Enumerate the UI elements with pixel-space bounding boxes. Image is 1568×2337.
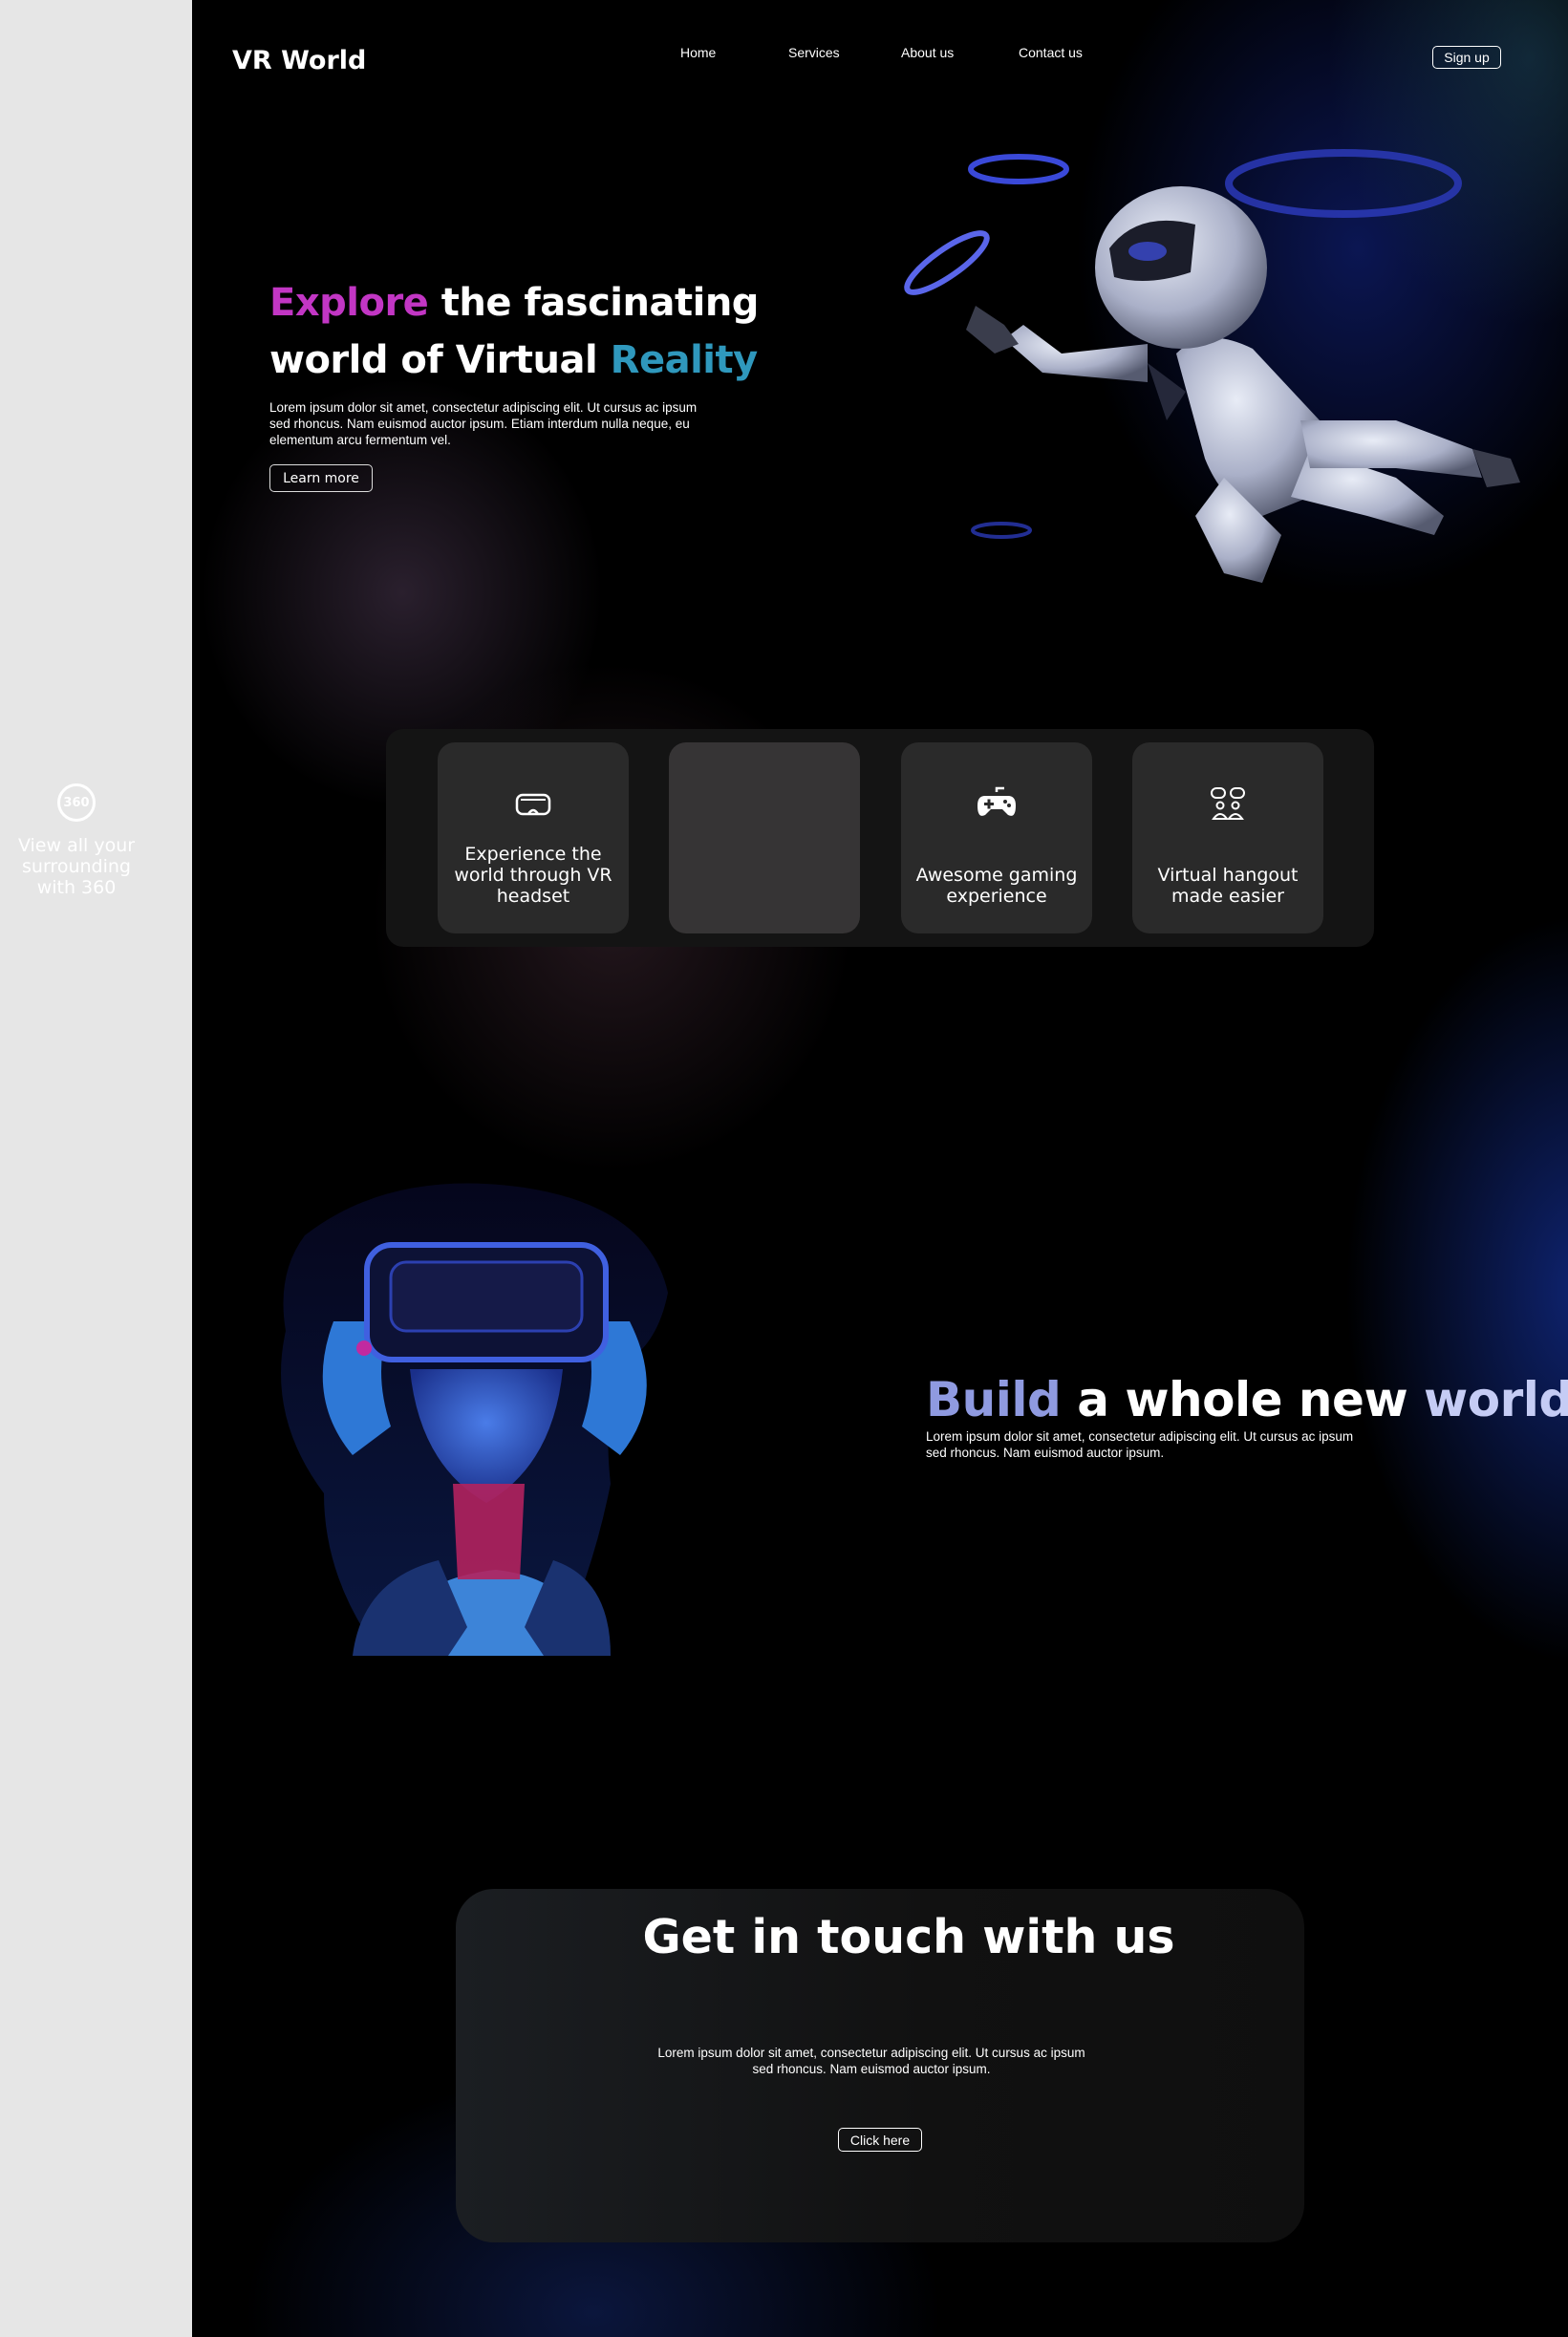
vr-headset-icon [438,784,629,823]
robot-arm-left [1004,325,1148,382]
robot-illustration [904,149,1520,583]
robot-joint [1148,363,1186,420]
nav-services[interactable]: Services [788,45,840,60]
hero-description: Lorem ipsum dolor sit amet, consectetur … [269,400,698,447]
ring [1225,149,1462,218]
rail-360-feature: 360 View all your surrounding with 360 [0,783,153,898]
nav-home[interactable]: Home [680,45,716,60]
feature-card-gaming[interactable]: Awesome gaming experience [901,742,1092,933]
contact-description: Lorem ipsum dolor sit amet, consectetur … [657,2046,1085,2076]
people-hangout-icon [1132,784,1323,823]
ring [968,154,1069,184]
hero-title-end: Reality [610,338,759,382]
360-icon: 360 [57,783,96,822]
build-title-accent: Build [926,1372,1062,1427]
feature-label: Virtual hangout made easier [1157,865,1299,907]
learn-more-button[interactable]: Learn more [269,464,373,492]
vr-person-neck [453,1484,525,1579]
site-logo[interactable]: VR World [232,46,366,75]
ring [971,522,1032,539]
robot-hand-left [966,306,1019,354]
ring [904,230,990,295]
robot-hand-right [1472,449,1520,487]
feature-card-empty[interactable] [669,742,860,933]
vr-user-photo [281,1183,668,1656]
contact-title: Get in touch with us [642,1910,1175,1964]
build-title-end: world [1424,1372,1568,1427]
hero-title: Explore the fascinating world of Virtual… [269,274,881,389]
landing-page: VR World Home Services About us Contact … [192,0,1568,2337]
build-title-middle: a whole new [1061,1372,1425,1427]
left-rail: 360 View all your surrounding with 360 [0,0,192,2337]
build-title: Build a whole new world [926,1366,1568,1433]
feature-card-vr[interactable]: Experience the world through VR headset [438,742,629,933]
build-description: Lorem ipsum dolor sit amet, consectetur … [926,1429,1354,1460]
nav-about-us[interactable]: About us [901,45,954,60]
features-panel: Experience the world through VR headset … [386,729,1374,947]
hero-title-accent: Explore [269,281,429,325]
feature-label: Experience the world through VR headset [454,844,612,907]
rail-feature-text: View all your surrounding with 360 [17,835,136,898]
contact-panel: Get in touch with us Lorem ipsum dolor s… [456,1889,1304,2242]
signup-button[interactable]: Sign up [1432,46,1501,69]
feature-card-hangout[interactable]: Virtual hangout made easier [1132,742,1323,933]
click-here-button[interactable]: Click here [838,2128,922,2152]
gamepad-icon [901,784,1092,823]
feature-label: Awesome gaming experience [915,865,1078,907]
nav-contact-us[interactable]: Contact us [1019,45,1083,60]
robot-eye [1128,242,1167,261]
